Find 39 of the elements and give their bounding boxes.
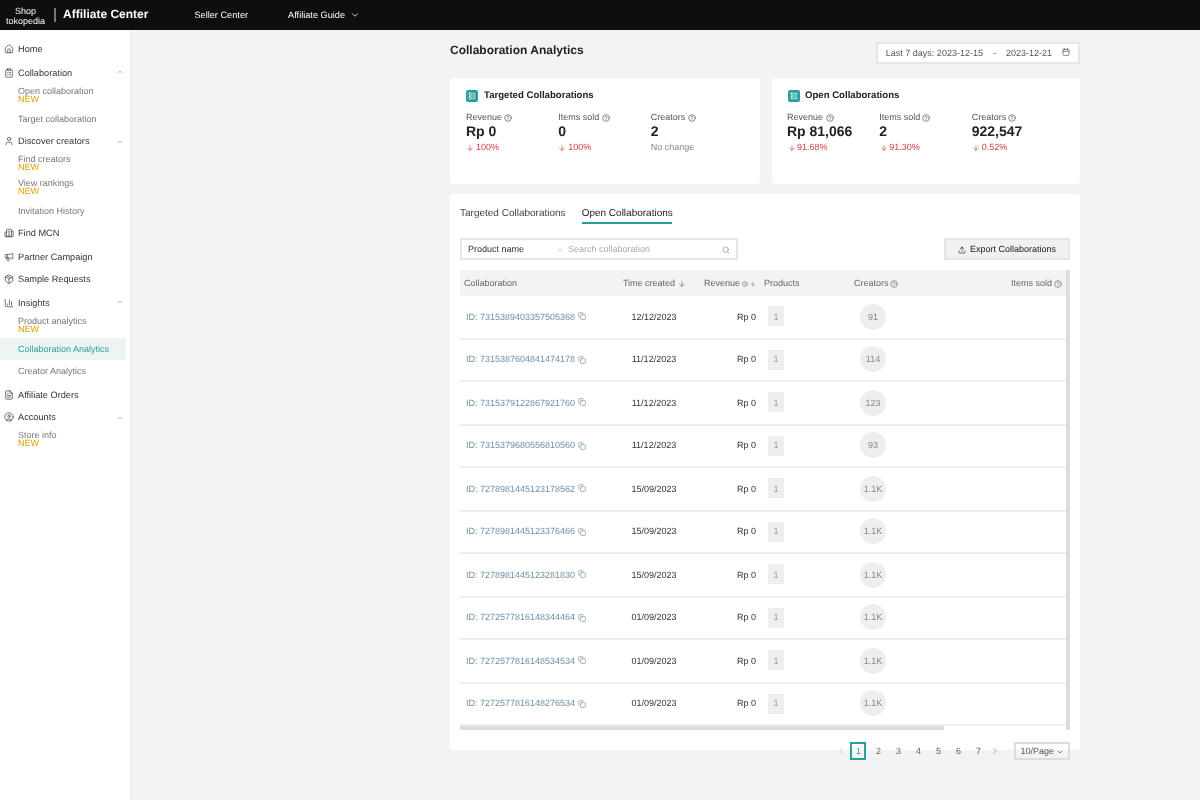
copy-icon[interactable] [577,527,586,536]
down-arrow-icon [466,143,474,151]
down-arrow-icon [879,143,888,151]
card-icon [466,90,478,102]
sort-icon[interactable] [677,279,686,287]
help-icon [601,113,610,121]
copy-icon[interactable] [577,656,586,665]
copy-icon[interactable] [577,398,586,407]
previous-page-icon[interactable] [836,746,847,756]
card-icon [787,90,799,102]
copy-icon[interactable] [577,312,586,321]
section-icon [4,412,14,423]
copy-icon[interactable] [577,570,586,579]
copy-icon[interactable] [577,613,586,622]
calendar-icon [1062,48,1070,56]
copy-icon[interactable] [577,355,586,364]
copy-icon[interactable] [577,441,586,450]
section-icon [4,228,14,239]
help-icon [687,113,696,121]
section-icon [4,297,14,308]
section-icon [4,274,14,285]
copy-icon[interactable] [577,484,586,493]
help-icon [825,113,834,121]
section-icon [4,389,14,400]
section-icon [4,44,14,55]
next-page-icon[interactable] [990,746,1001,756]
section-icon [4,67,14,78]
help-icon [504,113,513,121]
sort-icon[interactable] [750,279,756,287]
section-icon [4,136,14,147]
help-icon [1008,113,1017,121]
copy-icon[interactable] [577,699,586,708]
down-arrow-icon [558,143,567,151]
down-arrow-icon [971,143,980,151]
down-arrow-icon [787,143,795,151]
upload-icon [957,245,966,253]
section-icon [4,251,14,262]
search-icon [722,245,730,253]
help-icon [922,113,931,121]
